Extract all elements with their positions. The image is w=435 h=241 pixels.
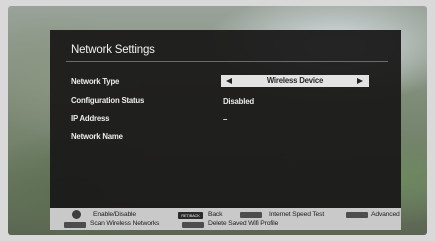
configuration-status-label: Configuration Status	[71, 96, 145, 105]
ip-address-value: –	[223, 115, 228, 124]
tv-screen: Network Settings Network Type Wireless D…	[8, 6, 427, 235]
delete-saved-wifi-profile-hint[interactable]: Delete Saved Wifi Profile	[208, 220, 278, 227]
network-type-value: Wireless Device	[266, 76, 324, 85]
ok-button-icon	[72, 210, 81, 219]
right-triangle-icon[interactable]	[357, 78, 363, 84]
network-type-selector[interactable]: Wireless Device	[221, 75, 369, 87]
back-hint[interactable]: Back	[208, 211, 223, 218]
blue-key-icon	[346, 212, 368, 218]
enable-disable-hint[interactable]: Enable/Disable	[93, 211, 136, 218]
network-settings-panel: Network Settings Network Type Wireless D…	[50, 30, 401, 213]
title-divider	[66, 61, 388, 62]
ret-back-key-icon: RET/BACK	[178, 212, 203, 219]
ip-address-label: IP Address	[71, 114, 110, 123]
footer-key-legend: Enable/Disable RET/BACK Back Internet Sp…	[50, 208, 401, 230]
page-title: Network Settings	[71, 44, 155, 56]
yellow-key-icon	[182, 222, 204, 228]
internet-speed-test-hint[interactable]: Internet Speed Test	[269, 211, 324, 218]
configuration-status-value: Disabled	[223, 97, 254, 106]
network-name-label: Network Name	[71, 132, 123, 141]
scan-wireless-networks-hint[interactable]: Scan Wireless Networks	[90, 220, 159, 227]
green-key-icon	[64, 222, 86, 228]
advanced-hint[interactable]: Advanced	[371, 211, 400, 218]
red-key-icon	[240, 212, 262, 218]
network-type-label: Network Type	[71, 77, 120, 86]
